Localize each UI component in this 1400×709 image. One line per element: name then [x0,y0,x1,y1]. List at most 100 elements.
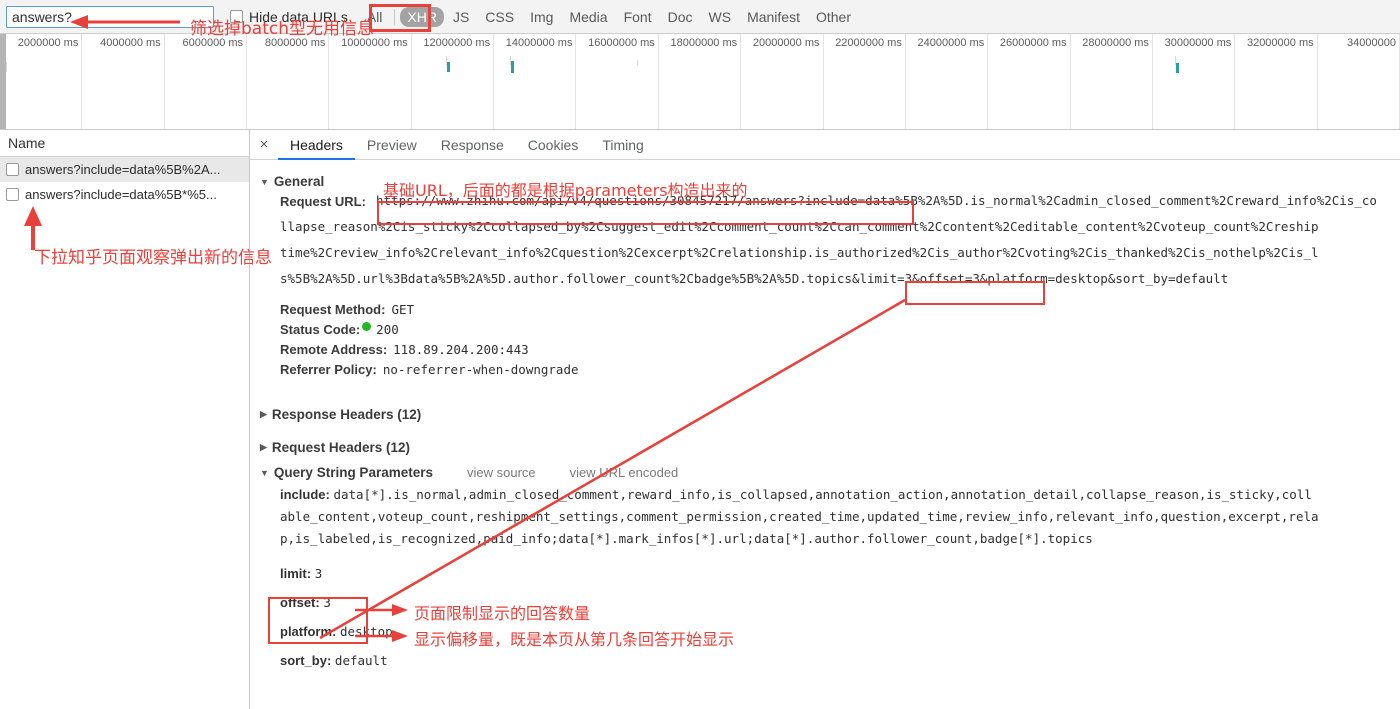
chevron-down-icon: ▼ [260,176,269,187]
close-icon[interactable]: × [250,136,278,153]
headers-content: ▼ General Request URL: https://www.zhihu… [250,160,1400,668]
query-string-title: Query String Parameters [273,465,433,480]
view-source-link[interactable]: view source [467,465,536,480]
timeline-tick: 8000000 ms [247,34,330,129]
timeline-tick-label: 12000000 ms [423,37,491,49]
request-method-value: GET [391,302,415,317]
param-sortby-row: sort_by: default [250,653,1400,668]
timeline-event-marker [6,62,7,72]
param-limit-row: limit: 3 [250,566,1400,581]
remote-address-label: Remote Address: [280,342,388,357]
resource-type-filters: All XHR JS CSS Img Media Font Doc WS Man… [360,6,858,27]
timeline-tick: 12000000 ms [412,34,495,129]
referrer-policy-row: Referrer Policy: no-referrer-when-downgr… [250,362,1400,377]
param-include-value-cont: able_content,voteup_count,reshipment_set… [280,509,1319,524]
type-filter-manifest[interactable]: Manifest [740,7,807,27]
remote-address-row: Remote Address: 118.89.204.200:443 [250,342,1400,357]
filter-input[interactable] [6,5,214,28]
request-name-label: answers?include=data%5B*%5... [25,187,217,202]
query-string-section-header[interactable]: ▼ Query String Parameters view source vi… [250,465,1400,480]
timeline-tick-label: 32000000 ms [1246,37,1314,49]
general-section-title: General [273,174,325,189]
timeline-tick-label: 22000000 ms [835,37,902,49]
param-include-value: data[*].is_normal,admin_closed_comment,r… [333,487,1312,502]
tab-headers[interactable]: Headers [278,130,355,160]
request-headers-title: Request Headers (12) [271,440,410,455]
param-include-row: include: data[*].is_normal,admin_closed_… [250,487,1400,502]
request-url-label: Request URL: [280,194,366,209]
param-include-key: include: [280,487,330,502]
annotation-filter-note: 筛选掉batch型无用信息 [190,19,374,39]
timeline-tick: 14000000 ms [494,34,577,129]
annotation-url-note: 基础URL，后面的都是根据parameters构造出来的 [383,181,748,200]
annotation-box-limit-offset-url [905,281,1045,305]
timeline-tick: 34000000 [1318,34,1400,129]
tab-response[interactable]: Response [429,130,516,160]
network-overview-timeline[interactable]: 2000000 ms 4000000 ms 6000000 ms 8000000 ms… [0,34,1400,130]
timeline-tick: 6000000 ms [165,34,248,129]
column-header-name[interactable]: Name [0,130,249,157]
remote-address-value: 118.89.204.200:443 [393,342,529,357]
timeline-tick-label: 26000000 ms [999,37,1067,49]
request-name-label: answers?include=data%5B%2A... [25,162,221,177]
response-headers-section-header[interactable]: ▶ Response Headers (12) [250,407,1400,422]
status-code-row: Status Code: 200 [250,322,1400,337]
param-sortby-value: default [334,653,388,668]
status-ok-icon [362,322,372,331]
timeline-tick: 2000000 ms [0,34,83,129]
timeline-request-bar [1176,63,1179,73]
tab-cookies[interactable]: Cookies [516,130,591,160]
request-headers-section-header[interactable]: ▶ Request Headers (12) [250,440,1400,455]
param-limit-value: 3 [314,566,323,581]
annotation-box-request-url [377,201,914,225]
view-url-encoded-link[interactable]: view URL encoded [570,465,679,480]
timeline-event-marker [637,60,638,65]
request-list-item[interactable]: answers?include=data%5B%2A... [0,157,249,182]
timeline-request-bar [511,61,514,73]
timeline-tick: 24000000 ms [906,34,989,129]
tab-preview[interactable]: Preview [355,130,429,160]
request-url-line: s%5B%2A%5D.url%3Bdata%5B%2A%5D.author.fo… [280,271,1229,286]
type-filter-js[interactable]: JS [446,7,476,27]
type-filter-media[interactable]: Media [562,7,614,27]
type-filter-ws[interactable]: WS [702,7,739,27]
timeline-request-bar [447,62,450,72]
param-sortby-key: sort_by: [280,653,332,668]
timeline-tick-label: 24000000 ms [917,37,985,49]
type-filter-other[interactable]: Other [809,7,858,27]
annotation-limit-note: 页面限制显示的回答数量 [414,604,591,623]
type-filter-doc[interactable]: Doc [661,7,700,27]
request-method-row: Request Method: GET [250,302,1400,317]
type-filter-img[interactable]: Img [523,7,560,27]
annotation-offset-note: 显示偏移量，既是本页从第几条回答开始显示 [414,630,735,649]
timeline-tick: 18000000 ms [659,34,742,129]
timeline-tick-label: 30000000 ms [1164,37,1232,49]
chevron-down-icon: ▼ [260,467,269,478]
referrer-policy-value: no-referrer-when-downgrade [382,362,579,377]
timeline-tick: 16000000 ms [576,34,659,129]
request-checkbox[interactable] [6,188,19,201]
annotation-list-note: 下拉知乎页面观察弹出新的信息 [34,248,272,268]
timeline-tick: 30000000 ms [1153,34,1236,129]
timeline-tick: 22000000 ms [824,34,906,129]
status-code-value: 200 [376,322,399,337]
detail-tabbar: × Headers Preview Response Cookies Timin… [250,130,1400,160]
timeline-tick-label: 16000000 ms [588,37,655,49]
timeline-tick: 4000000 ms [82,34,165,129]
request-list-item[interactable]: answers?include=data%5B*%5... [0,182,249,207]
type-filter-font[interactable]: Font [617,7,659,27]
timeline-left-handle[interactable] [0,34,6,129]
timeline-tick-label: 14000000 ms [505,37,573,49]
timeline-tick: 32000000 ms [1235,34,1318,129]
type-filter-css[interactable]: CSS [478,7,521,27]
timeline-tick: 26000000 ms [988,34,1071,129]
timeline-tick: 10000000 ms [329,34,412,129]
request-checkbox[interactable] [6,163,19,176]
param-include-value-cont: p,is_labeled,is_recognized,paid_info;dat… [280,531,1093,546]
timeline-tick: 20000000 ms [741,34,824,129]
tab-timing[interactable]: Timing [590,130,656,160]
timeline-tick-label: 2000000 ms [17,37,79,49]
timeline-tick-label: 18000000 ms [670,37,738,49]
timeline-ruler: 2000000 ms 4000000 ms 6000000 ms 8000000 ms… [0,34,1400,129]
timeline-tick-label: 28000000 ms [1082,37,1149,49]
